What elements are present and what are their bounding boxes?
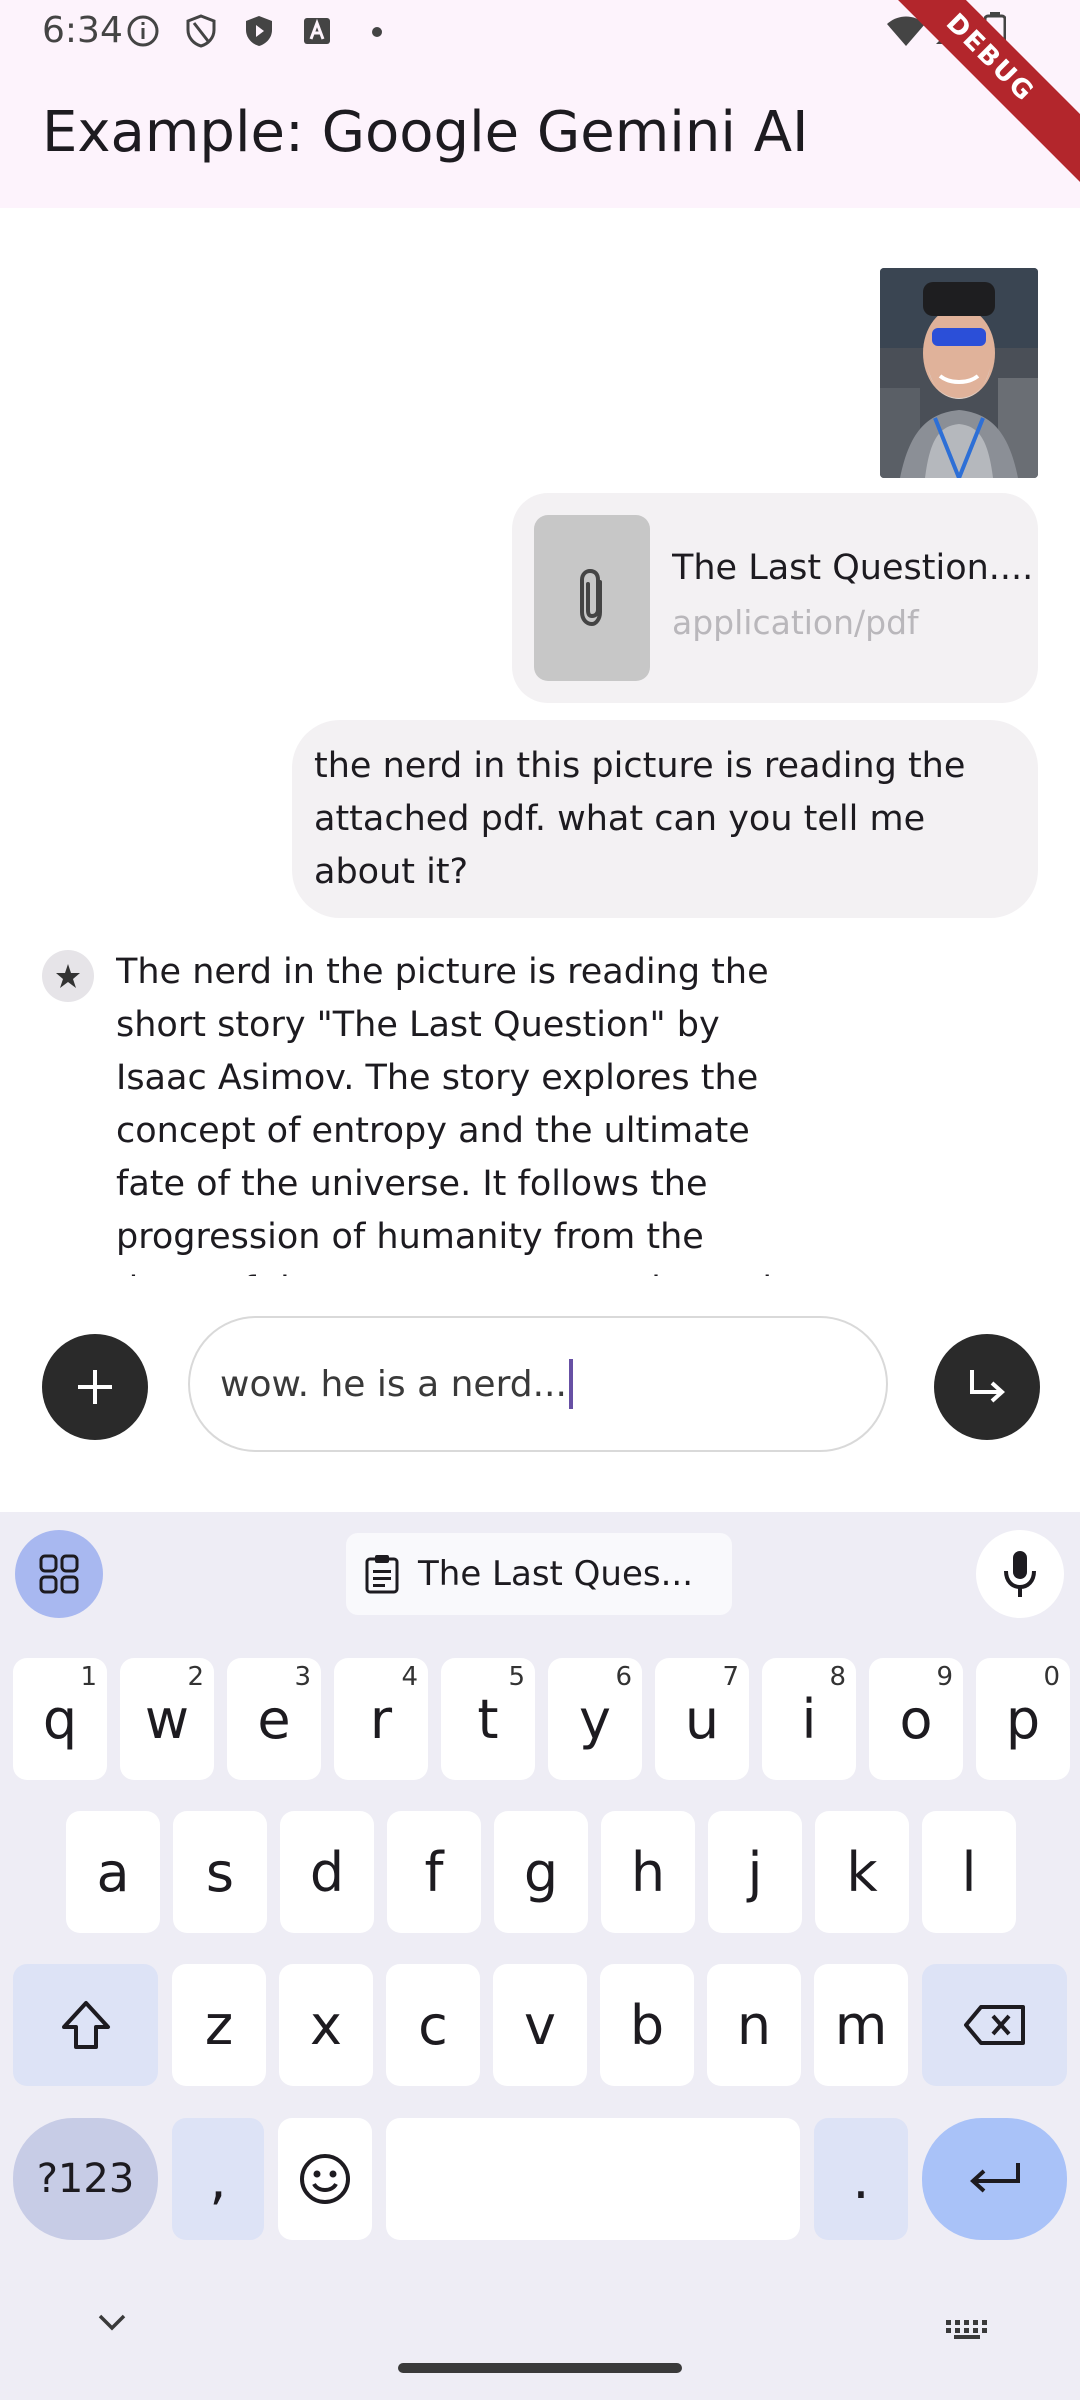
key-number-hint: 8 — [829, 1662, 846, 1692]
ai-star-icon — [42, 950, 94, 1002]
file-attachment-bubble[interactable]: The Last Question.... application/pdf — [512, 493, 1038, 703]
key-number-hint: 9 — [936, 1662, 953, 1692]
attachment-file-name: The Last Question.... — [672, 548, 1032, 588]
key-r[interactable]: r4 — [334, 1658, 428, 1780]
grid-icon — [39, 1554, 79, 1594]
key-j[interactable]: j — [708, 1811, 802, 1933]
key-label: o — [899, 1687, 933, 1751]
key-t[interactable]: t5 — [441, 1658, 535, 1780]
key-number-hint: 5 — [508, 1662, 525, 1692]
key-e[interactable]: e3 — [227, 1658, 321, 1780]
key-number-hint: 2 — [187, 1662, 204, 1692]
message-input[interactable]: wow. he is a nerd... — [188, 1316, 888, 1452]
key-label: e — [257, 1687, 291, 1751]
key-number-hint: 0 — [1043, 1662, 1060, 1692]
key-x[interactable]: x — [279, 1964, 373, 2086]
user-message-bubble: the nerd in this picture is reading the … — [292, 720, 1038, 918]
switch-keyboard-button[interactable] — [944, 2318, 990, 2345]
microphone-icon — [1004, 1551, 1036, 1597]
keyboard-icon — [946, 2320, 987, 2339]
key-p[interactable]: p0 — [976, 1658, 1070, 1780]
add-attachment-button[interactable] — [42, 1334, 148, 1440]
clipboard-suggestion-text: The Last Ques... — [418, 1554, 694, 1594]
key-label: i — [801, 1687, 817, 1751]
key-number-hint: 4 — [401, 1662, 418, 1692]
send-arrow-icon — [970, 1370, 1005, 1403]
text-a-icon — [300, 14, 334, 48]
shift-arrow-icon — [61, 2001, 110, 2049]
paperclip-icon — [534, 515, 650, 681]
voice-input-button[interactable] — [976, 1530, 1064, 1618]
clipboard-icon — [365, 1555, 399, 1594]
hide-keyboard-button[interactable] — [92, 2310, 132, 2341]
key-number-hint: 6 — [615, 1662, 632, 1692]
emoji-icon — [300, 2154, 350, 2204]
key-s[interactable]: s — [173, 1811, 267, 1933]
emoji-key[interactable] — [278, 2118, 372, 2240]
shift-key[interactable] — [13, 1964, 158, 2086]
key-c[interactable]: c — [386, 1964, 480, 2086]
soft-keyboard: The Last Ques... q1w2e3r4t5y6u7i8o9p0 as… — [0, 1512, 1080, 2400]
key-b[interactable]: b — [600, 1964, 694, 2086]
key-label: r — [369, 1687, 393, 1751]
key-number-hint: 7 — [722, 1662, 739, 1692]
key-v[interactable]: v — [493, 1964, 587, 2086]
text-cursor — [568, 1359, 573, 1409]
backspace-key[interactable] — [922, 1964, 1067, 2086]
backspace-icon — [963, 2005, 1025, 2045]
key-number-hint: 3 — [294, 1662, 311, 1692]
space-key[interactable] — [386, 2118, 800, 2240]
enter-arrow-icon — [969, 2163, 1020, 2193]
key-i[interactable]: i8 — [762, 1658, 856, 1780]
ai-message: The nerd in the picture is reading the s… — [116, 946, 806, 1276]
key-number-hint: 1 — [80, 1662, 97, 1692]
key-f[interactable]: f — [387, 1811, 481, 1933]
comma-key[interactable]: , — [172, 2118, 264, 2240]
ai-message-text: The nerd in the picture is reading the s… — [116, 952, 772, 1276]
key-h[interactable]: h — [601, 1811, 695, 1933]
key-g[interactable]: g — [494, 1811, 588, 1933]
user-attached-photo[interactable] — [880, 268, 1038, 478]
shield-icon — [184, 14, 218, 48]
home-indicator[interactable] — [398, 2363, 682, 2373]
notification-dot-icon — [372, 27, 382, 37]
key-label: y — [579, 1687, 611, 1751]
keyboard-apps-button[interactable] — [15, 1530, 103, 1618]
key-w[interactable]: w2 — [120, 1658, 214, 1780]
key-n[interactable]: n — [707, 1964, 801, 2086]
symbols-key[interactable]: ?123 — [13, 2118, 158, 2240]
key-u[interactable]: u7 — [655, 1658, 749, 1780]
key-label: p — [1005, 1687, 1041, 1751]
clipboard-suggestion[interactable]: The Last Ques... — [346, 1533, 732, 1615]
user-message-text: the nerd in this picture is reading the … — [314, 746, 966, 892]
play-shield-icon — [242, 14, 276, 48]
send-button[interactable] — [934, 1334, 1040, 1440]
page-title: Example: Google Gemini AI — [42, 100, 809, 165]
attachment-mime-type: application/pdf — [672, 603, 919, 642]
chevron-down-icon — [98, 2314, 126, 2331]
key-l[interactable]: l — [922, 1811, 1016, 1933]
period-key[interactable]: . — [814, 2118, 908, 2240]
key-label: u — [684, 1687, 720, 1751]
status-time: 6:34 — [42, 10, 123, 51]
key-q[interactable]: q1 — [13, 1658, 107, 1780]
message-input-value: wow. he is a nerd... — [220, 1363, 567, 1405]
key-label: t — [477, 1687, 499, 1751]
info-icon — [126, 14, 160, 48]
plus-icon — [78, 1370, 112, 1404]
key-y[interactable]: y6 — [548, 1658, 642, 1780]
key-d[interactable]: d — [280, 1811, 374, 1933]
key-k[interactable]: k — [815, 1811, 909, 1933]
key-label: w — [144, 1687, 190, 1751]
key-z[interactable]: z — [172, 1964, 266, 2086]
key-a[interactable]: a — [66, 1811, 160, 1933]
key-o[interactable]: o9 — [869, 1658, 963, 1780]
key-label: q — [42, 1687, 78, 1751]
key-m[interactable]: m — [814, 1964, 908, 2086]
enter-key[interactable] — [922, 2118, 1067, 2240]
